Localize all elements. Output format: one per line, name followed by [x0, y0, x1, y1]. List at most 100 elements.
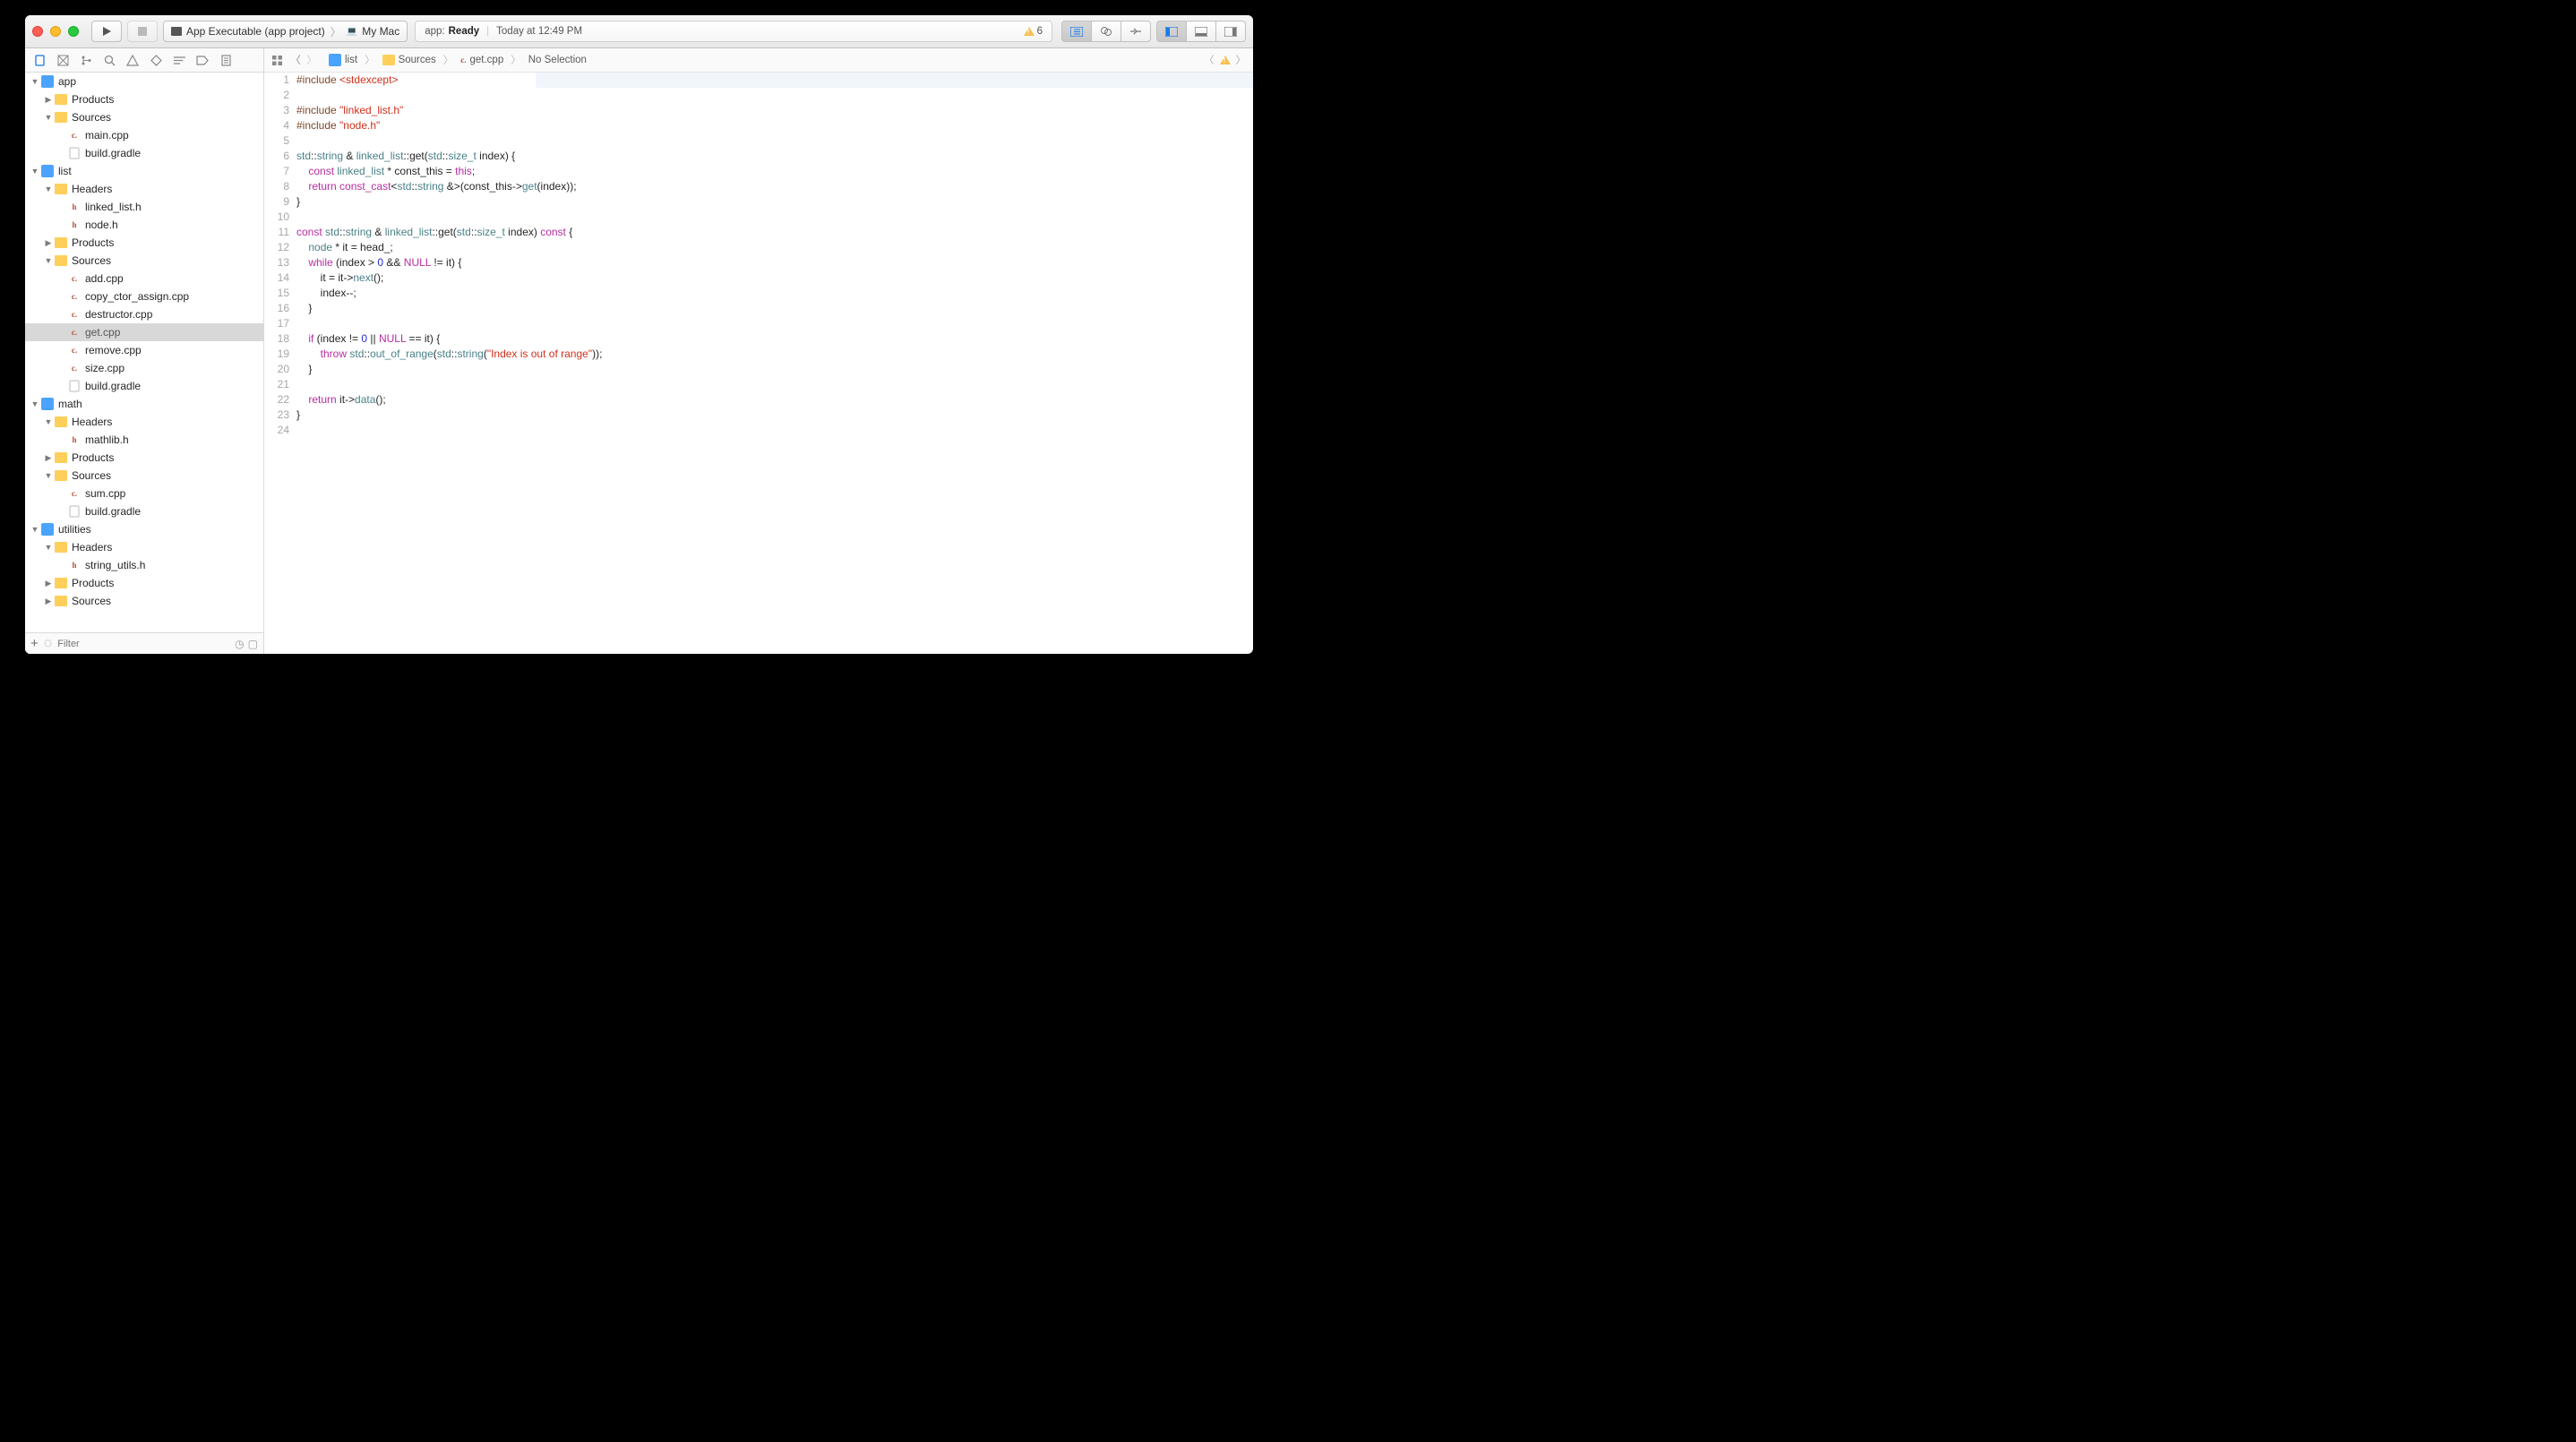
- minimize-window-button[interactable]: [50, 26, 61, 37]
- disclosure-icon[interactable]: ▼: [44, 113, 53, 122]
- crumb-1[interactable]: Sources: [399, 55, 436, 65]
- code-editor[interactable]: 123456789101112131415161718192021222324 …: [264, 73, 1253, 438]
- toggle-utilities-button[interactable]: [1215, 21, 1246, 42]
- close-window-button[interactable]: [32, 26, 43, 37]
- tree-row[interactable]: ▼ math: [25, 395, 263, 413]
- warning-indicator[interactable]: 6: [1024, 26, 1043, 37]
- test-navigator-icon[interactable]: [149, 53, 163, 67]
- crumb-2[interactable]: get.cpp: [470, 55, 504, 65]
- scheme-selector[interactable]: App Executable (app project) 〉 💻 My Mac: [163, 21, 408, 42]
- next-issue-button[interactable]: 〉: [1236, 53, 1247, 67]
- tree-row[interactable]: c.remove.cpp: [25, 341, 263, 359]
- cpp-icon: c.: [460, 56, 466, 64]
- tree-row[interactable]: ▼Sources: [25, 467, 263, 485]
- tree-row[interactable]: ▶Products: [25, 90, 263, 108]
- tree-row[interactable]: c.size.cpp: [25, 359, 263, 377]
- tree-row[interactable]: ▼list: [25, 162, 263, 180]
- add-button[interactable]: +: [30, 636, 39, 651]
- stop-button[interactable]: [127, 21, 158, 42]
- tree-row[interactable]: ▼utilities: [25, 520, 263, 538]
- toggle-navigator-button[interactable]: [1156, 21, 1187, 42]
- tree-label: add.cpp: [85, 272, 124, 285]
- tree-row[interactable]: hstring_utils.h: [25, 556, 263, 574]
- tree-row[interactable]: c.copy_ctor_assign.cpp: [25, 288, 263, 305]
- disclosure-icon[interactable]: ▼: [44, 471, 53, 480]
- proj-icon: [40, 164, 55, 178]
- tree-row[interactable]: ▼Sources: [25, 108, 263, 126]
- disclosure-icon[interactable]: ▼: [30, 399, 39, 408]
- filter-icon: ◌: [44, 636, 53, 652]
- disclosure-icon[interactable]: ▼: [44, 185, 53, 193]
- source-control-navigator-icon[interactable]: [56, 53, 70, 67]
- forward-button[interactable]: 〉: [304, 53, 320, 67]
- disclosure-icon[interactable]: ▶: [44, 95, 53, 105]
- folder-icon: [54, 594, 68, 608]
- related-items-icon[interactable]: [271, 55, 288, 66]
- debug-navigator-icon[interactable]: [172, 53, 186, 67]
- folder-icon: [54, 540, 68, 554]
- tree-row[interactable]: ▼Headers: [25, 180, 263, 198]
- breadcrumb[interactable]: list 〉 Sources 〉 c. get.cpp 〉 No Selecti…: [329, 53, 587, 67]
- prev-issue-button[interactable]: 〈: [1204, 53, 1215, 67]
- run-button[interactable]: [91, 21, 122, 42]
- filter-input[interactable]: [57, 639, 229, 649]
- folder-icon: [54, 92, 68, 107]
- toolbar: App Executable (app project) 〉 💻 My Mac …: [25, 15, 1253, 48]
- tree-row[interactable]: ▶Products: [25, 449, 263, 467]
- tree-row[interactable]: ▼Sources: [25, 252, 263, 270]
- tree-row[interactable]: c.add.cpp: [25, 270, 263, 288]
- tree-row[interactable]: ▼Headers: [25, 538, 263, 556]
- disclosure-icon[interactable]: ▼: [30, 525, 39, 534]
- disclosure-icon[interactable]: ▼: [30, 77, 39, 86]
- issue-navigator-icon[interactable]: [125, 53, 140, 67]
- line-gutter: 123456789101112131415161718192021222324: [264, 73, 296, 438]
- version-editor-button[interactable]: [1121, 21, 1151, 42]
- tree-row[interactable]: c.sum.cpp: [25, 485, 263, 502]
- scm-filter-icon[interactable]: ▢: [248, 638, 258, 650]
- disclosure-icon[interactable]: ▶: [44, 579, 53, 588]
- tree-label: copy_ctor_assign.cpp: [85, 290, 189, 303]
- navigator-filter-bar: + ◌ ◷ ▢: [25, 632, 263, 654]
- back-button[interactable]: 〈: [288, 53, 304, 67]
- crumb-0[interactable]: list: [345, 55, 357, 65]
- breakpoint-navigator-icon[interactable]: [195, 53, 210, 67]
- tree-row[interactable]: ▼Headers: [25, 413, 263, 431]
- assistant-editor-button[interactable]: [1091, 21, 1121, 42]
- disclosure-icon[interactable]: ▼: [44, 417, 53, 426]
- tree-row[interactable]: hmathlib.h: [25, 431, 263, 449]
- tree-row[interactable]: c.destructor.cpp: [25, 305, 263, 323]
- tree-row[interactable]: ▶ Products: [25, 574, 263, 592]
- symbol-navigator-icon[interactable]: [79, 53, 93, 67]
- toggle-debug-area-button[interactable]: [1186, 21, 1216, 42]
- tree-row[interactable]: c.get.cpp: [25, 323, 263, 341]
- tree-row[interactable]: ▶Sources: [25, 592, 263, 610]
- disclosure-icon[interactable]: ▼: [44, 256, 53, 265]
- code-lines[interactable]: #include <stdexcept> #include "linked_li…: [296, 73, 1253, 438]
- tree-row[interactable]: build.gradle: [25, 502, 263, 520]
- disclosure-icon[interactable]: ▼: [30, 167, 39, 176]
- tree-row[interactable]: c.main.cpp: [25, 126, 263, 144]
- tree-row[interactable]: hnode.h: [25, 216, 263, 234]
- project-navigator-icon[interactable]: [32, 53, 47, 67]
- tree-label: math: [58, 398, 82, 410]
- tree-row[interactable]: build.gradle: [25, 377, 263, 395]
- cpp-icon: c.: [67, 128, 82, 142]
- recent-filter-icon[interactable]: ◷: [235, 638, 244, 650]
- standard-editor-button[interactable]: [1061, 21, 1092, 42]
- tree-row[interactable]: build.gradle: [25, 144, 263, 162]
- find-navigator-icon[interactable]: [102, 53, 116, 67]
- disclosure-icon[interactable]: ▶: [44, 238, 53, 248]
- tree-label: Products: [72, 577, 114, 589]
- disclosure-icon[interactable]: ▶: [44, 453, 53, 463]
- tree-row[interactable]: ▶Products: [25, 234, 263, 252]
- tree-label: remove.cpp: [85, 344, 142, 356]
- warning-icon[interactable]: [1220, 56, 1231, 64]
- project-tree[interactable]: ▼app▶Products▼Sourcesc.main.cppbuild.gra…: [25, 73, 263, 632]
- crumb-3[interactable]: No Selection: [528, 55, 587, 65]
- tree-row[interactable]: hlinked_list.h: [25, 198, 263, 216]
- disclosure-icon[interactable]: ▶: [44, 597, 53, 606]
- disclosure-icon[interactable]: ▼: [44, 543, 53, 552]
- maximize-window-button[interactable]: [68, 26, 79, 37]
- report-navigator-icon[interactable]: [219, 53, 233, 67]
- tree-row[interactable]: ▼app: [25, 73, 263, 90]
